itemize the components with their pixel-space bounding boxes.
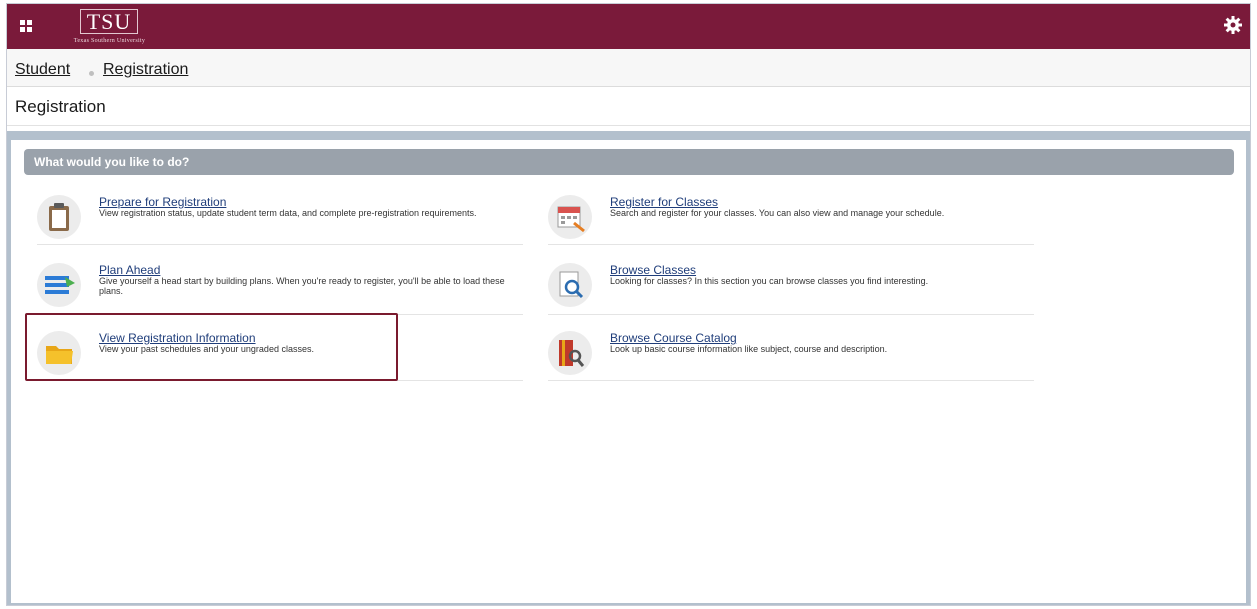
options-panel: What would you like to do? Prepare for R… bbox=[11, 140, 1246, 603]
breadcrumb-student-link[interactable]: Student bbox=[15, 61, 70, 79]
clipboard-icon bbox=[37, 195, 81, 239]
browse-course-catalog-description: Look up basic course information like su… bbox=[610, 344, 888, 354]
title-divider bbox=[7, 125, 1250, 126]
top-bar: TSU Texas Southern University bbox=[7, 4, 1250, 49]
breadcrumb-separator bbox=[89, 71, 94, 76]
settings-gear-icon[interactable] bbox=[1223, 15, 1243, 35]
plan-ahead-icon bbox=[37, 263, 81, 307]
logo-subtitle: Texas Southern University bbox=[73, 38, 146, 44]
tsu-logo[interactable]: TSU Texas Southern University bbox=[52, 9, 167, 45]
app-menu-grid-icon[interactable] bbox=[20, 20, 33, 33]
browse-classes-item: Browse Classes Looking for classes? In t… bbox=[548, 263, 1034, 315]
browse-course-catalog-link[interactable]: Browse Course Catalog bbox=[610, 331, 737, 345]
browse-classes-link[interactable]: Browse Classes bbox=[610, 263, 696, 277]
prepare-for-registration-link[interactable]: Prepare for Registration bbox=[99, 195, 226, 209]
browse-classes-icon bbox=[548, 263, 592, 307]
breadcrumb: Student Registration bbox=[7, 49, 1250, 87]
register-for-classes-item: Register for Classes Search and register… bbox=[548, 195, 1034, 245]
folder-icon bbox=[37, 331, 81, 375]
browse-classes-description: Looking for classes? In this section you… bbox=[610, 276, 929, 286]
view-registration-information-item: View Registration Information View your … bbox=[37, 331, 523, 381]
register-for-classes-description: Search and register for your classes. Yo… bbox=[610, 208, 945, 218]
prepare-for-registration-description: View registration status, update student… bbox=[99, 208, 477, 218]
plan-ahead-link[interactable]: Plan Ahead bbox=[99, 263, 160, 277]
page-title: Registration bbox=[15, 97, 106, 116]
view-registration-information-link[interactable]: View Registration Information bbox=[99, 331, 256, 345]
content-area: What would you like to do? Prepare for R… bbox=[7, 131, 1250, 605]
logo-text: TSU bbox=[80, 9, 138, 34]
app-window: TSU Texas Southern University Student Re… bbox=[6, 3, 1251, 606]
view-registration-information-description: View your past schedules and your ungrad… bbox=[99, 344, 314, 354]
register-for-classes-link[interactable]: Register for Classes bbox=[610, 195, 718, 209]
prepare-for-registration-item: Prepare for Registration View registrati… bbox=[37, 195, 523, 245]
browse-course-catalog-item: Browse Course Catalog Look up basic cour… bbox=[548, 331, 1034, 381]
plan-ahead-description: Give yourself a head start by building p… bbox=[99, 276, 505, 296]
breadcrumb-registration-link[interactable]: Registration bbox=[103, 61, 188, 79]
plan-ahead-item: Plan Ahead Give yourself a head start by… bbox=[37, 263, 523, 315]
panel-heading: What would you like to do? bbox=[24, 149, 1234, 175]
calendar-icon bbox=[548, 195, 592, 239]
catalog-icon bbox=[548, 331, 592, 375]
